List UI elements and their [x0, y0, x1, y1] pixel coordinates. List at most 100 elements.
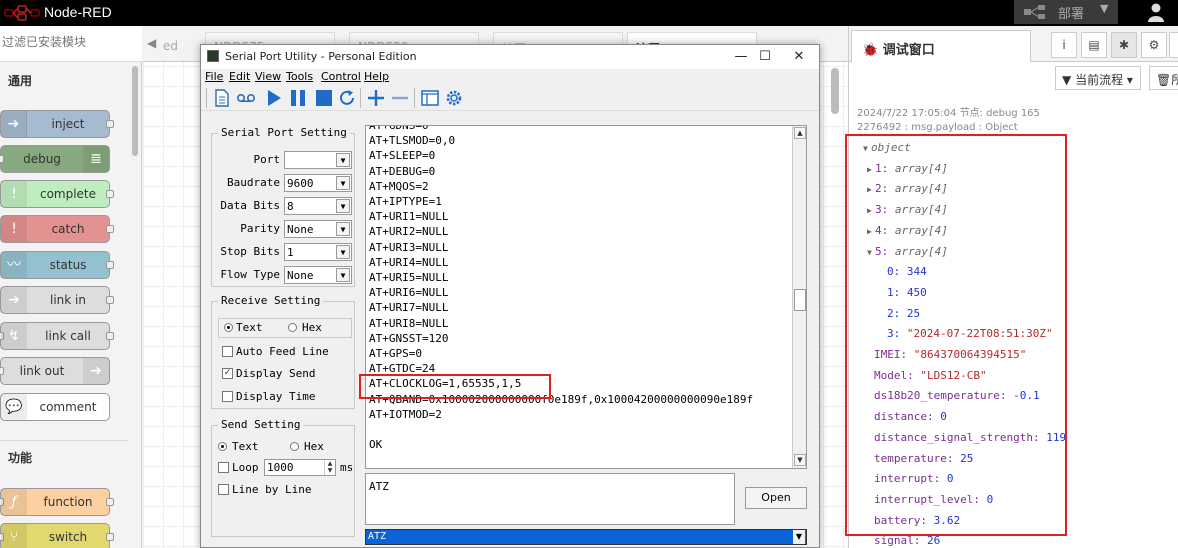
- parity-label: Parity: [240, 222, 280, 235]
- baudrate-select[interactable]: 9600 ▼: [284, 174, 352, 192]
- menu-tools[interactable]: Tools: [286, 70, 313, 83]
- receive-textarea[interactable]: AT+GDNS=0 AT+TLSMOD=0,0 AT+SLEEP=0 AT+DEBUG…: [365, 125, 807, 469]
- port-select[interactable]: ▼: [284, 151, 352, 169]
- parity-select[interactable]: None ▼: [284, 220, 352, 238]
- palette-category-function[interactable]: 功能: [0, 440, 128, 474]
- menu-edit[interactable]: Edit: [229, 70, 250, 83]
- receive-hex-radio[interactable]: [288, 323, 297, 332]
- serial-port-setting-title: Serial Port Setting: [218, 126, 350, 139]
- palette-node-switch[interactable]: ⑂ switch: [0, 523, 114, 548]
- node-label: link in: [50, 293, 86, 307]
- send-text-radio[interactable]: [218, 442, 227, 451]
- palette-node-catch[interactable]: ! catch: [0, 215, 114, 243]
- palette-node-link-call[interactable]: ↯ link call: [0, 322, 114, 350]
- menu-control[interactable]: Control: [321, 70, 361, 83]
- auto-feed-line-checkbox[interactable]: [222, 346, 233, 357]
- dropdown-arrow-icon: ▼: [336, 176, 350, 190]
- palette-search-input[interactable]: [2, 35, 122, 49]
- layout-window-icon[interactable]: [419, 87, 441, 109]
- palette-node-link-in[interactable]: ➔ link in: [0, 286, 114, 314]
- stopbits-select[interactable]: 1 ▼: [284, 243, 352, 261]
- output-port: [106, 332, 114, 340]
- scroll-up-icon[interactable]: ▲: [794, 127, 806, 139]
- tab-flow-ed[interactable]: ed: [155, 32, 195, 62]
- debug-bug-icon[interactable]: ✱: [1111, 32, 1137, 58]
- flowtype-select[interactable]: None ▼: [284, 266, 352, 284]
- receive-line: AT+IPTYPE=1: [369, 195, 442, 208]
- receive-line: AT+IOTMOD=2: [369, 407, 442, 421]
- receive-line: AT+URI6=NULL: [369, 286, 449, 300]
- stopbits-value: 1: [287, 246, 294, 259]
- loop-interval-stepper[interactable]: 1000 ▲ ▼: [264, 459, 336, 476]
- pause-icon[interactable]: [287, 87, 309, 109]
- deploy-dropdown-icon[interactable]: ▼: [1100, 2, 1108, 15]
- display-send-checkbox[interactable]: ✓: [222, 368, 233, 379]
- app-header: Node-RED 部署 ▼: [0, 0, 1178, 26]
- record-icon[interactable]: [235, 87, 257, 109]
- receive-scrollbar[interactable]: ▲ ▼: [792, 126, 806, 468]
- send-textarea[interactable]: ATZ: [365, 473, 735, 525]
- deploy-icon: [1024, 5, 1045, 19]
- serial-toolbar: [201, 85, 819, 111]
- palette-node-link-out[interactable]: link out ➔: [0, 357, 110, 385]
- app-title: Node-RED: [44, 4, 112, 20]
- workspace-vertical-scrollbar[interactable]: [831, 68, 839, 114]
- line-by-line-checkbox[interactable]: [218, 484, 229, 495]
- palette-node-inject[interactable]: ➔ inject: [0, 110, 114, 138]
- dropdown-arrow-icon: ▼: [336, 245, 350, 259]
- maximize-icon[interactable]: ☐: [747, 47, 783, 67]
- palette-category-common[interactable]: 通用: [0, 64, 128, 98]
- info-icon[interactable]: i: [1051, 32, 1077, 58]
- menu-help[interactable]: Help: [364, 70, 389, 83]
- receive-text-radio[interactable]: [224, 323, 233, 332]
- scroll-thumb[interactable]: [794, 289, 806, 311]
- tab-debug-window[interactable]: 🐞 调试窗口: [851, 30, 1031, 62]
- receive-setting-group: Receive Setting Text Hex Auto Feed Line …: [211, 294, 355, 409]
- baudrate-label: Baudrate: [227, 176, 280, 189]
- play-icon[interactable]: [263, 87, 285, 109]
- bug-icon: 🐞: [862, 43, 879, 58]
- deploy-button[interactable]: 部署 ▼: [1014, 0, 1118, 24]
- display-time-label: Display Time: [236, 390, 316, 403]
- serial-app-icon: [207, 50, 219, 62]
- debug-list-icon: ≣: [83, 146, 109, 172]
- stepper-arrows-icon[interactable]: ▲ ▼: [324, 460, 335, 475]
- receive-line: AT+URI1=NULL: [369, 210, 449, 224]
- clear-messages-button[interactable]: 🗑所: [1149, 66, 1178, 90]
- user-icon[interactable]: [1146, 2, 1166, 22]
- parity-value: None: [287, 223, 314, 236]
- palette-node-complete[interactable]: ! complete: [0, 180, 114, 208]
- debug-node-link[interactable]: 节点: debug 165: [960, 108, 1040, 119]
- gear-icon[interactable]: ⚙: [1141, 32, 1167, 58]
- new-document-icon[interactable]: [211, 87, 233, 109]
- command-history-select[interactable]: ATZ ▼: [365, 529, 807, 545]
- databits-select[interactable]: 8 ▼: [284, 197, 352, 215]
- refresh-icon[interactable]: [336, 87, 358, 109]
- send-hex-radio[interactable]: [290, 442, 299, 451]
- more-icon[interactable]: [1169, 32, 1178, 58]
- stop-icon[interactable]: [313, 87, 335, 109]
- loop-checkbox[interactable]: [218, 462, 229, 473]
- settings-gear-icon[interactable]: [443, 87, 465, 109]
- menu-view[interactable]: View: [255, 70, 281, 83]
- serial-window-titlebar[interactable]: Serial Port Utility - Personal Edition —…: [201, 45, 819, 69]
- scroll-down-icon[interactable]: ▼: [794, 454, 806, 466]
- palette-node-debug[interactable]: debug ≣: [0, 145, 110, 173]
- add-icon[interactable]: [365, 87, 387, 109]
- display-time-checkbox[interactable]: [222, 391, 233, 402]
- open-port-button[interactable]: Open: [745, 487, 807, 509]
- remove-icon[interactable]: [389, 87, 411, 109]
- close-icon[interactable]: ✕: [781, 47, 817, 67]
- send-setting-group: Send Setting Text Hex Loop 1000 ▲ ▼ ms Li…: [211, 418, 355, 537]
- link-out-arrow-icon: ➔: [83, 358, 109, 384]
- palette-scrollbar[interactable]: [132, 66, 138, 156]
- node-palette: 通用 ➔ inject debug ≣ ! complete ! catch 〰…: [0, 26, 142, 548]
- exclamation-icon: !: [1, 181, 27, 207]
- palette-node-function[interactable]: ƒ function: [0, 488, 114, 516]
- filter-current-flow-dropdown[interactable]: ▼ 当前流程 ▾: [1055, 66, 1141, 90]
- palette-node-status[interactable]: 〰 status: [0, 251, 114, 279]
- node-label: function: [43, 495, 93, 509]
- palette-node-comment[interactable]: 💬 comment: [0, 393, 110, 421]
- menu-file[interactable]: File: [205, 70, 223, 83]
- book-icon[interactable]: ▤: [1081, 32, 1107, 58]
